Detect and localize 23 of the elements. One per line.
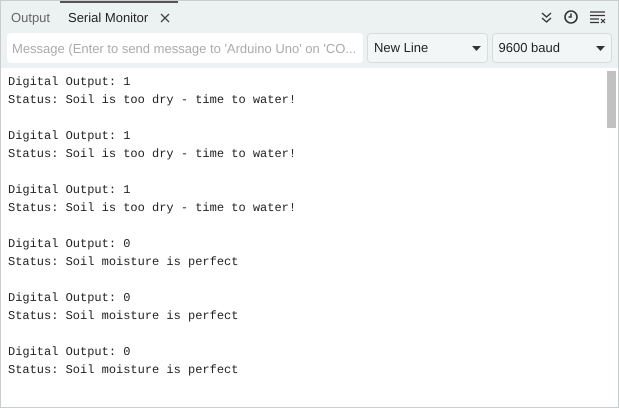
baud-rate-dropdown[interactable]: 9600 baud	[492, 33, 612, 63]
caret-icon	[596, 46, 605, 50]
clock-icon[interactable]	[564, 10, 578, 24]
output-line: Status: Soil is too dry - time to water!	[8, 200, 296, 217]
double-chevron-icon[interactable]	[541, 12, 552, 22]
clear-output-icon[interactable]	[590, 10, 606, 24]
output-line: Digital Output: 0	[8, 236, 130, 253]
output-line: Digital Output: 0	[8, 290, 130, 307]
output-line: Digital Output: 1	[8, 182, 130, 199]
output-line: Status: Soil is too dry - time to water!	[8, 146, 296, 163]
output-line: Status: Soil is too dry - time to water!	[8, 92, 296, 109]
output-line: Status: Soil moisture is perfect	[8, 254, 238, 271]
output-line: Digital Output: 1	[8, 128, 130, 145]
line-ending-dropdown[interactable]: New Line	[367, 33, 488, 63]
output-line: Digital Output: 0	[8, 344, 130, 361]
message-field[interactable]: Message (Enter to send message to 'Arduino Uno' on 'CO...	[7, 33, 364, 63]
close-icon[interactable]	[160, 13, 170, 23]
output-line: Digital Output: 1	[8, 74, 130, 91]
scrollbar-thumb[interactable]	[606, 71, 616, 128]
tab[interactable]: Output	[1, 1, 60, 33]
output-line: Status: Soil moisture is perfect	[8, 308, 238, 325]
output-line: Status: Soil moisture is perfect	[8, 362, 238, 379]
caret-icon	[472, 46, 481, 50]
